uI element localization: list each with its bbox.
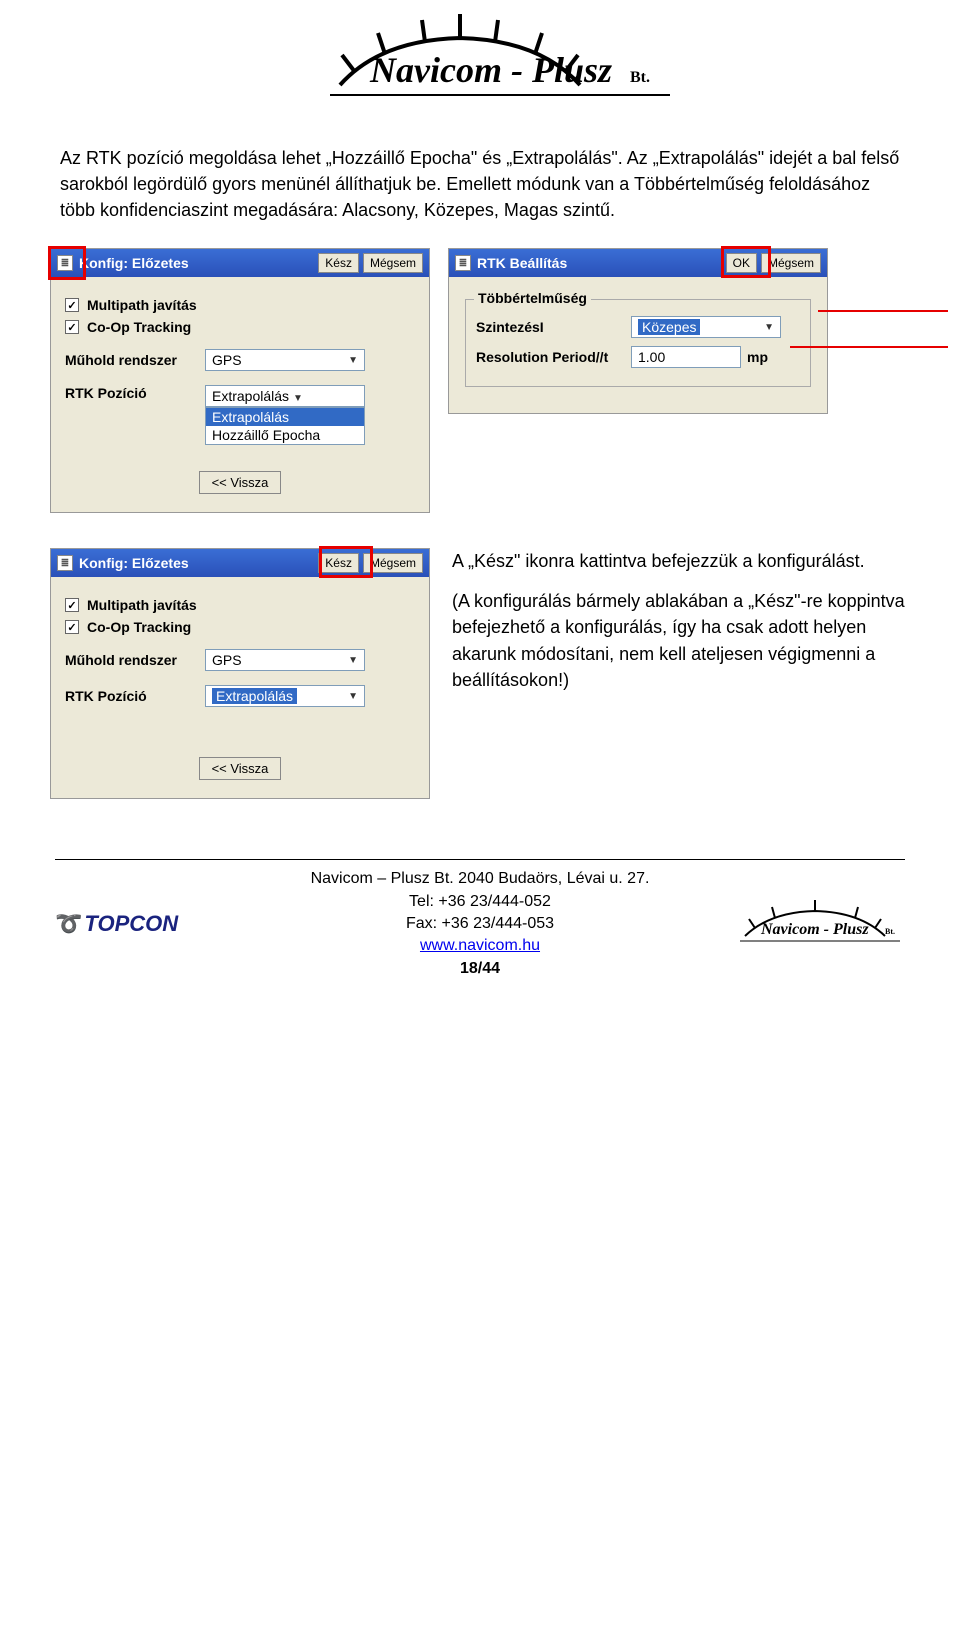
resperiod-input[interactable]: 1.00 [631,346,741,368]
side-p2: (A konfigurálás bármely ablakában a „Kés… [452,588,910,692]
resperiod-label: Resolution Period//t [476,349,631,365]
rtkpos-dropdown[interactable]: Extrapolálás ▼ [205,385,365,407]
rtkpos-option-epoch[interactable]: Hozzáillő Epocha [206,426,364,444]
ambiguity-groupbox: Többértelműség SzintezésI Közepes ▼ Reso… [465,299,811,387]
satsys-dropdown[interactable]: GPS ▼ [205,349,365,371]
panel1-titlebar: ≣ Konfig: Előzetes Kész Mégsem [51,249,429,277]
cancel-button[interactable]: Mégsem [363,253,423,273]
svg-text:Navicom - Plusz: Navicom - Plusz [369,50,612,90]
satsys-dropdown[interactable]: GPS ▼ [205,649,365,671]
panel3-titlebar: ≣ Konfig: Előzetes Kész Mégsem [51,549,429,577]
level-value: Közepes [638,319,700,335]
red-arrow-line-1 [818,310,948,312]
done-button[interactable]: Kész [318,553,359,573]
satsys-label: Műhold rendszer [65,352,205,368]
footer-right-logo: Navicom - Plusz Bt. [705,894,905,955]
ok-button[interactable]: OK [726,253,757,273]
rtkpos-listbox[interactable]: Extrapolálás Hozzáillő Epocha [205,407,365,445]
svg-text:Bt.: Bt. [630,69,650,86]
rtk-settings-panel: ≣ RTK Beállítás OK Mégsem Többértelműség… [448,248,828,414]
panel1-title: Konfig: Előzetes [79,255,314,271]
satsys-value: GPS [212,352,242,368]
multipath-checkbox[interactable]: ✓ [65,598,79,612]
config-preliminary-panel: ≣ Konfig: Előzetes Kész Mégsem ✓ Multipa… [50,248,430,513]
dropdown-arrow-icon: ▼ [348,655,358,666]
dropdown-arrow-icon: ▼ [293,393,303,404]
panel2-title: RTK Beállítás [477,255,722,271]
done-button[interactable]: Kész [318,253,359,273]
footer-page: 18/44 [255,958,705,980]
topcon-logo-text: TOPCON [84,911,178,936]
multipath-label: Multipath javítás [87,597,197,613]
back-button[interactable]: << Vissza [199,471,282,494]
svg-text:Bt.: Bt. [885,927,895,936]
rtkpos-label: RTK Pozíció [65,385,205,401]
level-dropdown[interactable]: Közepes ▼ [631,316,781,338]
panel1-icon[interactable]: ≣ [57,255,73,271]
coop-checkbox[interactable]: ✓ [65,620,79,634]
header-logo: Navicom - Plusz Bt. [40,0,920,115]
rtkpos-option-extrapol[interactable]: Extrapolálás [206,408,364,426]
footer-line2: Tel: +36 23/444-052 [255,891,705,913]
coop-label: Co-Op Tracking [87,319,191,335]
panel2-titlebar: ≣ RTK Beállítás OK Mégsem [449,249,827,277]
svg-text:Navicom - Plusz: Navicom - Plusz [760,921,869,938]
satsys-label: Műhold rendszer [65,652,205,668]
multipath-label: Multipath javítás [87,297,197,313]
multipath-checkbox[interactable]: ✓ [65,298,79,312]
footer-line1: Navicom – Plusz Bt. 2040 Budaörs, Lévai … [255,868,705,890]
satsys-value: GPS [212,652,242,668]
cancel-button[interactable]: Mégsem [363,553,423,573]
coop-label: Co-Op Tracking [87,619,191,635]
config-preliminary-panel-2: ≣ Konfig: Előzetes Kész Mégsem ✓ Multipa… [50,548,430,799]
dropdown-arrow-icon: ▼ [764,322,774,333]
back-button[interactable]: << Vissza [199,757,282,780]
groupbox-title: Többértelműség [474,290,591,306]
level-label: SzintezésI [476,319,631,335]
resperiod-value: 1.00 [638,349,665,365]
side-instructions: A „Kész" ikonra kattintva befejezzük a k… [452,548,910,706]
side-p1: A „Kész" ikonra kattintva befejezzük a k… [452,548,910,574]
footer-center-text: Navicom – Plusz Bt. 2040 Budaörs, Lévai … [255,868,705,980]
resperiod-unit: mp [747,349,768,365]
footer-link[interactable]: www.navicom.hu [420,937,540,954]
panel3-title: Konfig: Előzetes [79,555,314,571]
rtkpos-dropdown[interactable]: Extrapolálás ▼ [205,685,365,707]
topcon-swoosh-icon: ➰ [55,911,79,936]
footer-left-logo: ➰ TOPCON [55,911,255,937]
dropdown-arrow-icon: ▼ [348,691,358,702]
dropdown-arrow-icon: ▼ [348,355,358,366]
panel3-icon[interactable]: ≣ [57,555,73,571]
rtkpos-value: Extrapolálás [212,388,289,404]
intro-paragraph: Az RTK pozíció megoldása lehet „Hozzáill… [60,145,900,223]
coop-checkbox[interactable]: ✓ [65,320,79,334]
footer-line3: Fax: +36 23/444-053 [255,913,705,935]
panel2-icon[interactable]: ≣ [455,255,471,271]
page-footer: ➰ TOPCON Navicom – Plusz Bt. 2040 Budaör… [55,859,905,980]
cancel-button[interactable]: Mégsem [761,253,821,273]
rtkpos-value: Extrapolálás [212,688,297,704]
rtkpos-label: RTK Pozíció [65,688,205,704]
